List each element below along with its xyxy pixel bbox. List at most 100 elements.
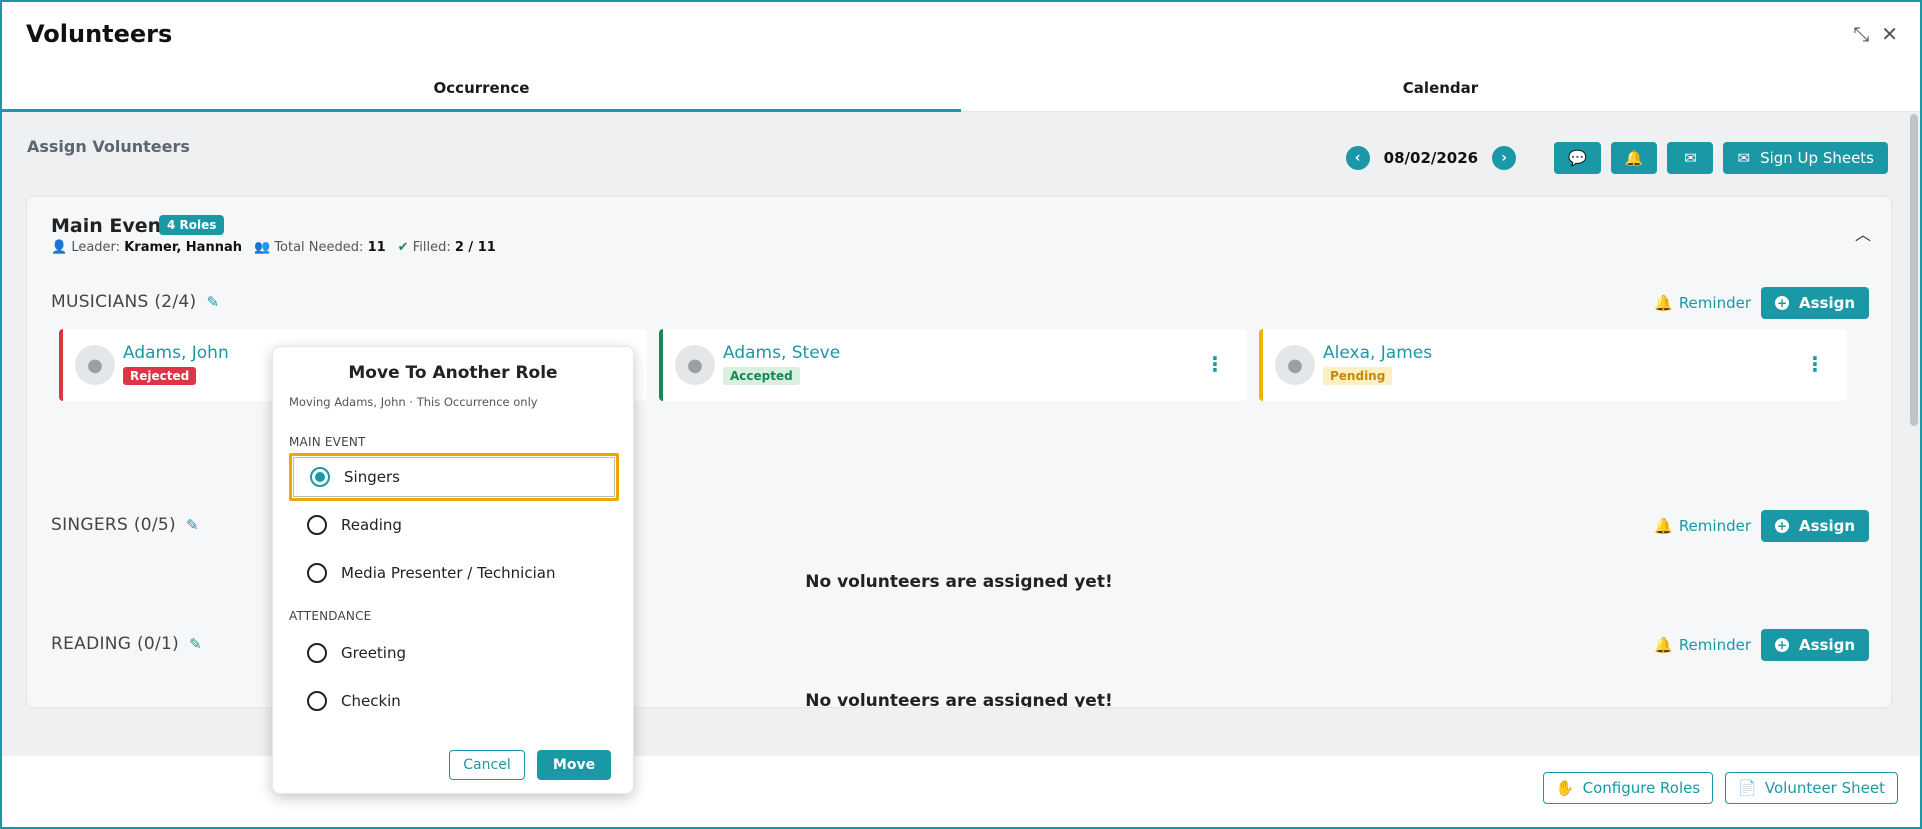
reminder-label: Reminder [1678, 636, 1751, 654]
group-label-main-event: MAIN EVENT [289, 435, 366, 449]
chat-icon: 💬 [1568, 149, 1587, 167]
mail-icon: ✉ [1684, 149, 1697, 167]
volunteer-sheet-button[interactable]: 📄 Volunteer Sheet [1725, 772, 1898, 804]
tab-occurrence[interactable]: Occurrence [2, 70, 961, 112]
option-media-presenter[interactable]: Media Presenter / Technician [289, 549, 619, 597]
status-badge: Accepted [723, 367, 800, 385]
option-singers[interactable]: Singers [289, 453, 619, 501]
popover-title: Move To Another Role [348, 363, 558, 383]
tab-bar: Occurrence Calendar [2, 70, 1920, 112]
option-greeting[interactable]: Greeting [289, 629, 619, 677]
edit-icon[interactable]: ✎ [186, 516, 199, 534]
bell-icon: 🔔 [1654, 517, 1673, 535]
assign-label: Assign [1798, 636, 1856, 654]
radio[interactable] [307, 691, 327, 711]
assign-label: Assign [1798, 294, 1856, 312]
leader-label: Leader: [71, 240, 121, 255]
move-role-popover: Move To Another Role Moving Adams, John … [272, 346, 634, 794]
plus-icon: + [1774, 638, 1789, 652]
volunteers-window: Volunteers ⤡ ✕ Occurrence Calendar Assig… [0, 0, 1922, 829]
option-label: Media Presenter / Technician [341, 564, 556, 582]
collapse-icon[interactable]: ⤡ [1853, 24, 1869, 44]
user-icon: ● [1275, 345, 1315, 385]
kebab-icon[interactable]: ⋮ [1205, 354, 1225, 374]
configure-roles-button[interactable]: ✋ Configure Roles [1542, 772, 1714, 804]
reminder-label: Reminder [1678, 294, 1751, 312]
envelope-open-icon: ✉ [1737, 149, 1751, 167]
group-label-attendance: ATTENDANCE [289, 609, 372, 623]
filled-count: 2 / 11 [454, 240, 496, 255]
reminder-button[interactable]: 🔔 Reminder [1654, 294, 1751, 312]
bell-icon: 🔔 [1624, 149, 1644, 167]
assign-button[interactable]: + Assign [1761, 629, 1869, 661]
hand-icon: ✋ [1555, 779, 1575, 797]
role-heading-singers: SINGERS (0/5) ✎ [51, 515, 199, 535]
chevron-right-icon[interactable]: › [1492, 146, 1517, 170]
plus-icon: + [1774, 519, 1789, 533]
check-icon: ✔ [397, 240, 409, 255]
status-badge: Rejected [123, 367, 197, 385]
footer-actions: ✋ Configure Roles 📄 Volunteer Sheet [1542, 772, 1898, 804]
radio-selected[interactable] [310, 467, 330, 487]
edit-icon[interactable]: ✎ [189, 635, 202, 653]
bell-icon: 🔔 [1654, 294, 1673, 312]
chevron-up-icon[interactable]: ︿ [1855, 221, 1871, 245]
date-toolbar: ‹ 08/02/2026 › 💬 🔔 ✉ ✉ Sign Up Sheets [1345, 142, 1888, 174]
total-label: Total Needed: [274, 240, 364, 255]
role-heading-text: MUSICIANS (2/4) [51, 292, 197, 312]
volunteer-card[interactable]: ● Alexa, James Pending ⋮ [1259, 329, 1847, 401]
event-name: Main Event [51, 215, 171, 237]
notify-button[interactable]: 🔔 [1610, 142, 1658, 174]
configure-roles-label: Configure Roles [1582, 779, 1701, 797]
reminder-label: Reminder [1678, 517, 1751, 535]
assign-button[interactable]: + Assign [1761, 510, 1869, 542]
window-controls: ⤡ ✕ [1853, 24, 1898, 44]
kebab-icon[interactable]: ⋮ [1805, 354, 1825, 374]
section-title: Assign Volunteers [27, 137, 190, 156]
cancel-button[interactable]: Cancel [449, 750, 525, 780]
bell-icon: 🔔 [1654, 636, 1673, 654]
radio[interactable] [307, 515, 327, 535]
role-actions-singers: 🔔 Reminder + Assign [1654, 510, 1869, 542]
role-actions-musicians: 🔔 Reminder + Assign [1654, 287, 1869, 319]
plus-icon: + [1774, 296, 1789, 310]
message-button[interactable]: 💬 [1554, 142, 1601, 174]
role-actions-reading: 🔔 Reminder + Assign [1654, 629, 1869, 661]
sign-up-sheets-button[interactable]: ✉ Sign Up Sheets [1723, 142, 1888, 174]
popover-subtitle: Moving Adams, John · This Occurrence onl… [289, 395, 538, 409]
event-meta: 👤 Leader: Kramer, Hannah 👥 Total Needed:… [51, 240, 496, 255]
option-label: Checkin [341, 692, 401, 710]
scrollbar[interactable] [1910, 114, 1918, 426]
email-button[interactable]: ✉ [1667, 142, 1714, 174]
tab-calendar[interactable]: Calendar [961, 70, 1920, 111]
reminder-button[interactable]: 🔔 Reminder [1654, 636, 1751, 654]
role-heading-text: SINGERS (0/5) [51, 515, 176, 535]
role-heading-reading: READING (0/1) ✎ [51, 634, 202, 654]
volunteer-name[interactable]: Adams, John [123, 343, 229, 363]
option-checkin[interactable]: Checkin [289, 677, 619, 725]
edit-icon[interactable]: ✎ [206, 293, 219, 311]
chevron-left-icon[interactable]: ‹ [1345, 146, 1370, 170]
volunteer-name[interactable]: Adams, Steve [723, 343, 840, 363]
option-label: Singers [344, 468, 400, 486]
reminder-button[interactable]: 🔔 Reminder [1654, 517, 1751, 535]
radio[interactable] [307, 563, 327, 583]
filled-label: Filled: [412, 240, 451, 255]
user-icon: ● [675, 345, 715, 385]
file-icon: 📄 [1738, 779, 1757, 797]
volunteer-name[interactable]: Alexa, James [1323, 343, 1432, 363]
volunteer-card[interactable]: ● Adams, Steve Accepted ⋮ [659, 329, 1247, 401]
leader-icon: 👤 [51, 240, 68, 255]
status-badge: Pending [1323, 367, 1393, 385]
volunteer-sheet-label: Volunteer Sheet [1764, 779, 1885, 797]
option-reading[interactable]: Reading [289, 501, 619, 549]
move-button[interactable]: Move [537, 750, 611, 780]
assign-button[interactable]: + Assign [1761, 287, 1869, 319]
total-needed: 11 [367, 240, 386, 255]
role-heading-musicians: MUSICIANS (2/4) ✎ [51, 292, 219, 312]
option-label: Reading [341, 516, 402, 534]
close-icon[interactable]: ✕ [1881, 24, 1898, 44]
window-header: Volunteers ⤡ ✕ [2, 2, 1920, 70]
user-icon: ● [75, 345, 115, 385]
radio[interactable] [307, 643, 327, 663]
